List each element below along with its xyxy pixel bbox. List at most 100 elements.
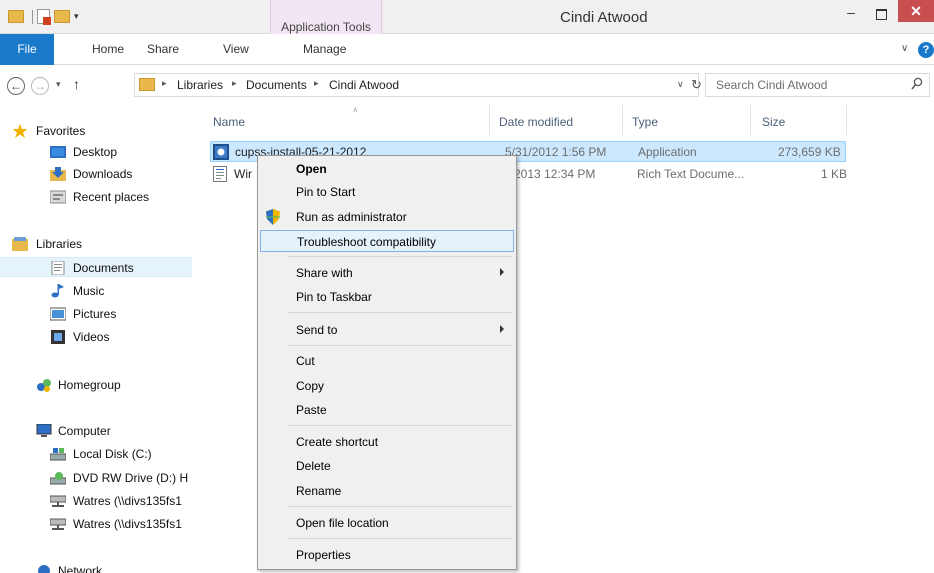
column-header-type[interactable]: Type [632, 115, 658, 129]
nav-item-computer[interactable]: Computer [0, 421, 192, 441]
search-icon[interactable] [911, 77, 923, 91]
column-divider[interactable] [846, 105, 847, 135]
nav-item-network-drive-1[interactable]: Watres (\\divs135fs1 [0, 491, 192, 511]
forward-button[interactable]: → [31, 77, 49, 95]
nav-item-network[interactable]: Network [0, 561, 192, 573]
nav-item-libraries[interactable]: Libraries [0, 234, 192, 254]
nav-item-label: Desktop [73, 145, 118, 159]
file-type: Application [638, 145, 697, 159]
nav-item-network-drive-2[interactable]: Watres (\\divs135fs1 [0, 514, 192, 534]
column-header-name[interactable]: Name [213, 115, 245, 129]
star-icon [12, 124, 28, 138]
menu-item-label: Delete [296, 459, 331, 473]
refresh-icon[interactable]: ↻ [691, 77, 702, 93]
dvd-drive-icon [50, 472, 66, 485]
nav-item-desktop[interactable]: Desktop [0, 142, 192, 162]
expand-ribbon-icon[interactable]: ∨ [901, 43, 908, 54]
nav-item-pictures[interactable]: Pictures [0, 304, 192, 324]
nav-item-label: DVD RW Drive (D:) H [73, 471, 189, 485]
breadcrumb-cindi-atwood[interactable]: Cindi Atwood [329, 78, 399, 92]
search-input[interactable]: Search Cindi Atwood [716, 78, 827, 92]
nav-item-homegroup[interactable]: Homegroup [0, 375, 192, 395]
recent-locations-icon[interactable]: ▾ [56, 79, 61, 90]
menu-item-label: Copy [296, 379, 325, 393]
window-title: Cindi Atwood [560, 9, 648, 26]
help-icon[interactable]: ? [918, 42, 934, 58]
menu-separator [288, 425, 512, 426]
breadcrumb-libraries[interactable]: Libraries [177, 78, 223, 92]
local-disk-icon [50, 448, 66, 461]
breadcrumb-separator-icon[interactable]: ▸ [232, 78, 237, 89]
menu-item-send-to[interactable]: Send to [260, 319, 514, 341]
menu-item-label: Rename [296, 484, 342, 498]
column-divider[interactable] [489, 105, 490, 135]
up-button[interactable]: ↑ [73, 76, 80, 92]
tab-home[interactable]: Home [92, 42, 124, 56]
menu-item-cut[interactable]: Cut [260, 350, 514, 372]
nav-item-label: Favorites [36, 124, 86, 138]
nav-item-label: Recent places [73, 190, 150, 204]
column-header-date-modified[interactable]: Date modified [499, 115, 573, 129]
recent-places-icon [50, 190, 66, 204]
menu-item-open[interactable]: Open [260, 158, 514, 180]
computer-icon [36, 424, 52, 437]
file-size: 273,659 KB [778, 145, 841, 159]
menu-item-open-file-location[interactable]: Open file location [260, 512, 514, 534]
column-divider[interactable] [750, 105, 751, 135]
tab-share[interactable]: Share [147, 42, 179, 56]
breadcrumb-separator-icon[interactable]: ▸ [314, 78, 319, 89]
column-divider[interactable] [622, 105, 623, 135]
nav-item-music[interactable]: Music [0, 281, 192, 301]
search-box[interactable]: Search Cindi Atwood [705, 73, 930, 97]
breadcrumb-separator-icon[interactable]: ▸ [162, 78, 167, 89]
file-name[interactable]: Wir [234, 167, 252, 181]
new-folder-icon[interactable] [54, 10, 70, 23]
close-button[interactable]: ✕ [898, 0, 934, 22]
menu-item-label: Cut [296, 354, 315, 368]
address-bar[interactable]: ▸ Libraries ▸ Documents ▸ Cindi Atwood ∨… [134, 73, 702, 97]
application-tools-label: Application Tools [281, 20, 371, 34]
homegroup-icon [37, 379, 51, 392]
menu-item-pin-to-start[interactable]: Pin to Start [260, 181, 514, 203]
nav-item-label: Music [73, 284, 105, 298]
nav-item-local-disk[interactable]: Local Disk (C:) [0, 444, 192, 464]
properties-icon[interactable] [37, 9, 51, 25]
minimize-button[interactable]: – [838, 4, 864, 24]
menu-separator [288, 312, 512, 313]
column-header-size[interactable]: Size [762, 115, 785, 129]
rich-text-document-icon [213, 166, 227, 182]
menu-separator [288, 538, 512, 539]
menu-item-create-shortcut[interactable]: Create shortcut [260, 431, 514, 453]
maximize-button[interactable] [868, 4, 894, 24]
nav-item-dvd-drive[interactable]: DVD RW Drive (D:) H [0, 468, 192, 488]
menu-item-share-with[interactable]: Share with [260, 262, 514, 284]
libraries-icon [12, 237, 28, 251]
address-dropdown-icon[interactable]: ∨ [677, 79, 684, 90]
menu-item-troubleshoot-compatibility[interactable]: Troubleshoot compatibility [260, 230, 514, 252]
menu-item-label: Run as administrator [296, 210, 407, 224]
tab-view[interactable]: View [223, 42, 249, 56]
menu-item-run-as-administrator[interactable]: Run as administrator [260, 206, 514, 228]
menu-item-rename[interactable]: Rename [260, 480, 514, 502]
menu-item-copy[interactable]: Copy [260, 375, 514, 397]
nav-item-videos[interactable]: Videos [0, 327, 192, 347]
nav-item-downloads[interactable]: Downloads [0, 164, 192, 184]
menu-item-delete[interactable]: Delete [260, 455, 514, 477]
file-date: 5/31/2012 1:56 PM [505, 145, 607, 159]
nav-item-documents[interactable]: Documents [0, 257, 192, 277]
menu-item-label: Open file location [296, 516, 389, 530]
tab-file[interactable]: File [0, 34, 54, 65]
tab-manage[interactable]: Manage [303, 42, 346, 56]
nav-item-recent-places[interactable]: Recent places [0, 187, 192, 207]
menu-item-properties[interactable]: Properties [260, 544, 514, 566]
menu-item-paste[interactable]: Paste [260, 399, 514, 421]
nav-item-favorites[interactable]: Favorites [0, 121, 192, 141]
back-button[interactable]: ← [7, 77, 25, 95]
menu-item-label: Create shortcut [296, 435, 379, 449]
menu-item-pin-to-taskbar[interactable]: Pin to Taskbar [260, 286, 514, 308]
customize-toolbar-icon[interactable]: ▾ [74, 11, 79, 22]
nav-item-label: Pictures [73, 307, 117, 321]
uac-shield-icon [266, 209, 280, 225]
application-icon [213, 144, 229, 160]
breadcrumb-documents[interactable]: Documents [246, 78, 307, 92]
